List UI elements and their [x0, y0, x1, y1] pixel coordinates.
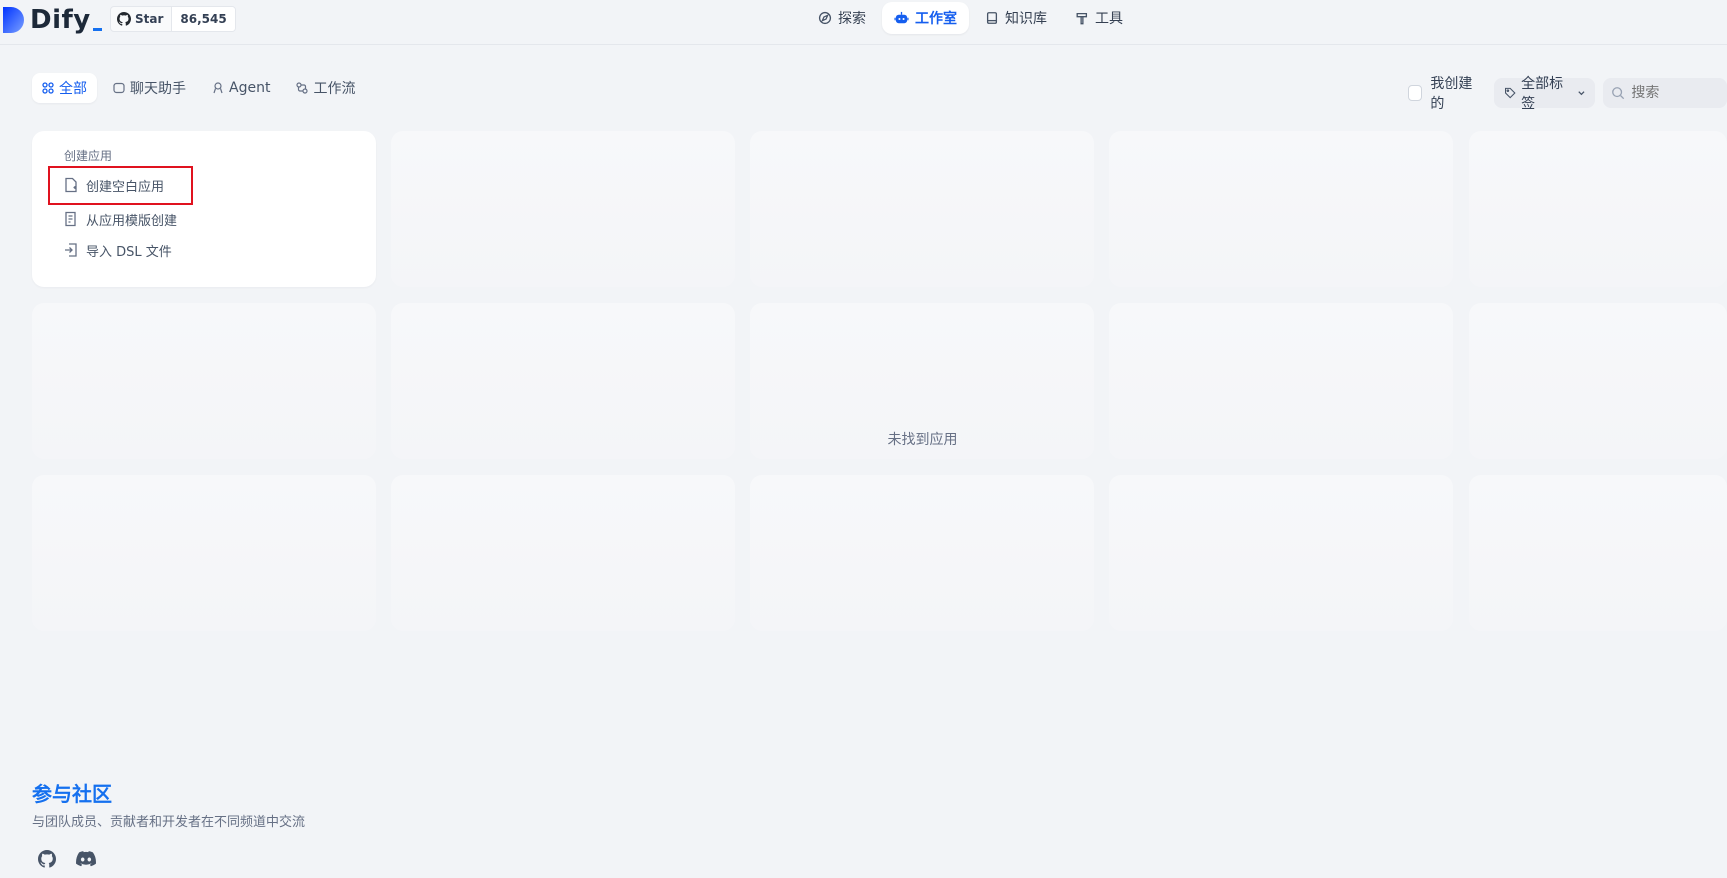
tag-filter-dropdown[interactable]: 全部标签: [1493, 76, 1596, 112]
robot-icon: [894, 11, 909, 23]
app-card-placeholder: [750, 131, 1094, 287]
workflow-icon: [296, 82, 309, 94]
filter-tab-agent[interactable]: Agent: [202, 73, 280, 103]
compass-icon: [818, 11, 832, 25]
grid-icon: [42, 82, 54, 94]
app-type-filters: 全部 聊天助手 Agent 工作流: [32, 73, 365, 103]
community-links: [38, 850, 305, 870]
nav-knowledge[interactable]: 知识库: [973, 2, 1059, 34]
highlight-box: [48, 166, 193, 205]
logo-text: Dify: [30, 5, 91, 35]
search-box[interactable]: [1603, 78, 1727, 108]
create-from-template-label: 从应用模版创建: [86, 213, 178, 229]
nav-explore[interactable]: 探索: [806, 2, 878, 34]
community-title: 参与社区: [32, 782, 112, 806]
app-card-placeholder: [32, 303, 376, 459]
filter-tab-chat-label: 聊天助手: [130, 81, 186, 97]
filter-tab-chat[interactable]: 聊天助手: [103, 73, 196, 103]
app-card-placeholder: [1109, 131, 1453, 287]
agent-icon: [213, 82, 223, 94]
discord-icon[interactable]: [76, 850, 96, 870]
hammer-icon: [1076, 12, 1088, 25]
nav-studio-label: 工作室: [915, 11, 957, 27]
chevron-down-icon: [1577, 91, 1585, 96]
app-card-placeholder: [1469, 303, 1727, 459]
app-card-placeholder: [32, 475, 376, 631]
my-created-filter[interactable]: 我创建的: [1408, 73, 1480, 113]
github-star-button[interactable]: Star: [111, 12, 171, 26]
app-card-placeholder: [391, 303, 735, 459]
filter-tab-workflow[interactable]: 工作流: [286, 73, 365, 103]
nav-studio[interactable]: 工作室: [882, 2, 969, 34]
create-app-card: 创建应用 创建空白应用 从应用模版创建 导入 DSL 文件: [32, 131, 376, 287]
github-star-label: Star: [135, 12, 164, 26]
nav-explore-label: 探索: [838, 11, 866, 27]
my-created-label: 我创建的: [1430, 76, 1473, 112]
create-from-template-button[interactable]: 从应用模版创建: [64, 208, 177, 230]
search-icon: [1612, 87, 1625, 100]
template-icon: [65, 211, 76, 227]
app-card-placeholder: [750, 475, 1094, 631]
create-app-title: 创建应用: [64, 149, 113, 163]
community-section: 参与社区 与团队成员、贡献者和开发者在不同频道中交流: [32, 778, 305, 870]
app-card-placeholder: [1109, 303, 1453, 459]
import-icon: [65, 243, 77, 257]
filter-tools: 我创建的 全部标签: [1408, 73, 1727, 113]
github-icon: [117, 12, 131, 26]
chat-icon: [113, 82, 125, 94]
main-nav: 探索 工作室 知识库 工具: [806, 2, 1135, 34]
app-card-placeholder: [1469, 475, 1727, 631]
github-icon[interactable]: [38, 850, 58, 870]
dify-logo-mark-icon: [3, 7, 24, 33]
app-card-placeholder: [391, 475, 735, 631]
tag-filter-label: 全部标签: [1521, 76, 1564, 112]
filter-tab-all[interactable]: 全部: [32, 73, 97, 103]
github-star-count[interactable]: 86,545: [171, 7, 235, 31]
nav-knowledge-label: 知识库: [1005, 11, 1047, 27]
top-header: Dify Star 86,545 探索 工作室 知识库 工具: [0, 0, 1727, 45]
empty-state-text: 未找到应用: [887, 432, 958, 448]
app-card-placeholder: [391, 131, 735, 287]
import-dsl-button[interactable]: 导入 DSL 文件: [64, 239, 172, 261]
my-created-checkbox[interactable]: [1408, 85, 1423, 101]
app-card-placeholder: [1109, 475, 1453, 631]
logo-underscore: [92, 27, 102, 31]
nav-tools[interactable]: 工具: [1063, 2, 1135, 34]
tag-icon: [1504, 87, 1516, 99]
filter-tab-all-label: 全部: [59, 81, 87, 97]
dify-logo[interactable]: Dify: [0, 2, 102, 38]
github-star-badge[interactable]: Star 86,545: [110, 6, 236, 32]
nav-tools-label: 工具: [1095, 11, 1123, 27]
filter-tab-agent-label: Agent: [229, 80, 271, 96]
book-icon: [986, 12, 998, 24]
import-dsl-label: 导入 DSL 文件: [86, 244, 172, 260]
search-input[interactable]: [1629, 84, 1714, 102]
filter-tab-workflow-label: 工作流: [313, 81, 356, 97]
app-card-placeholder: [1469, 131, 1727, 287]
community-description: 与团队成员、贡献者和开发者在不同频道中交流: [32, 815, 306, 830]
